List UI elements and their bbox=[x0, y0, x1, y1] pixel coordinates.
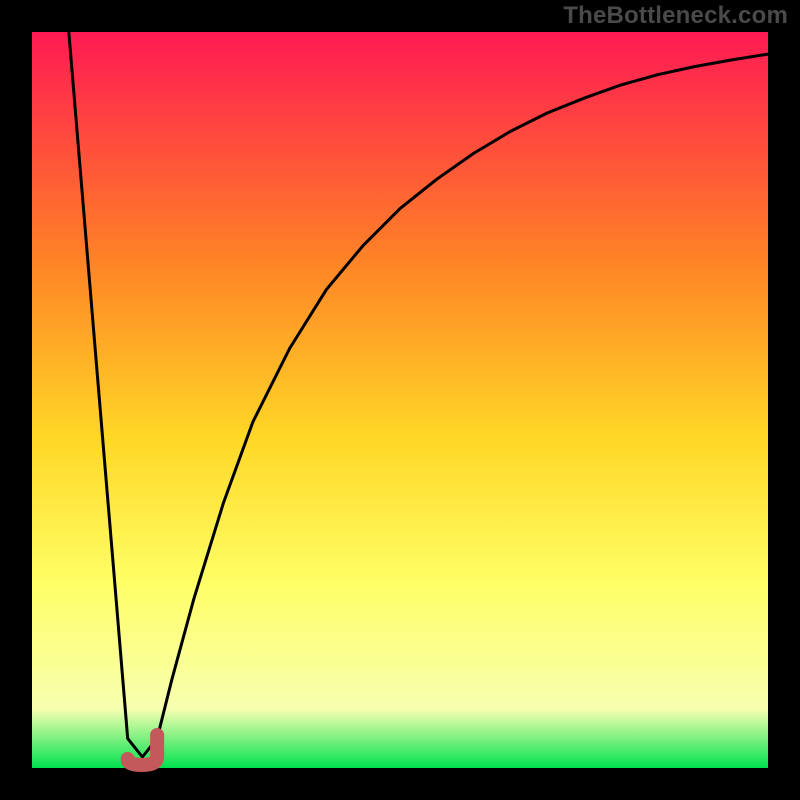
bottleneck-chart bbox=[0, 0, 800, 800]
gradient-background bbox=[32, 32, 768, 768]
chart-frame: TheBottleneck.com bbox=[0, 0, 800, 800]
attribution-text: TheBottleneck.com bbox=[563, 2, 788, 30]
